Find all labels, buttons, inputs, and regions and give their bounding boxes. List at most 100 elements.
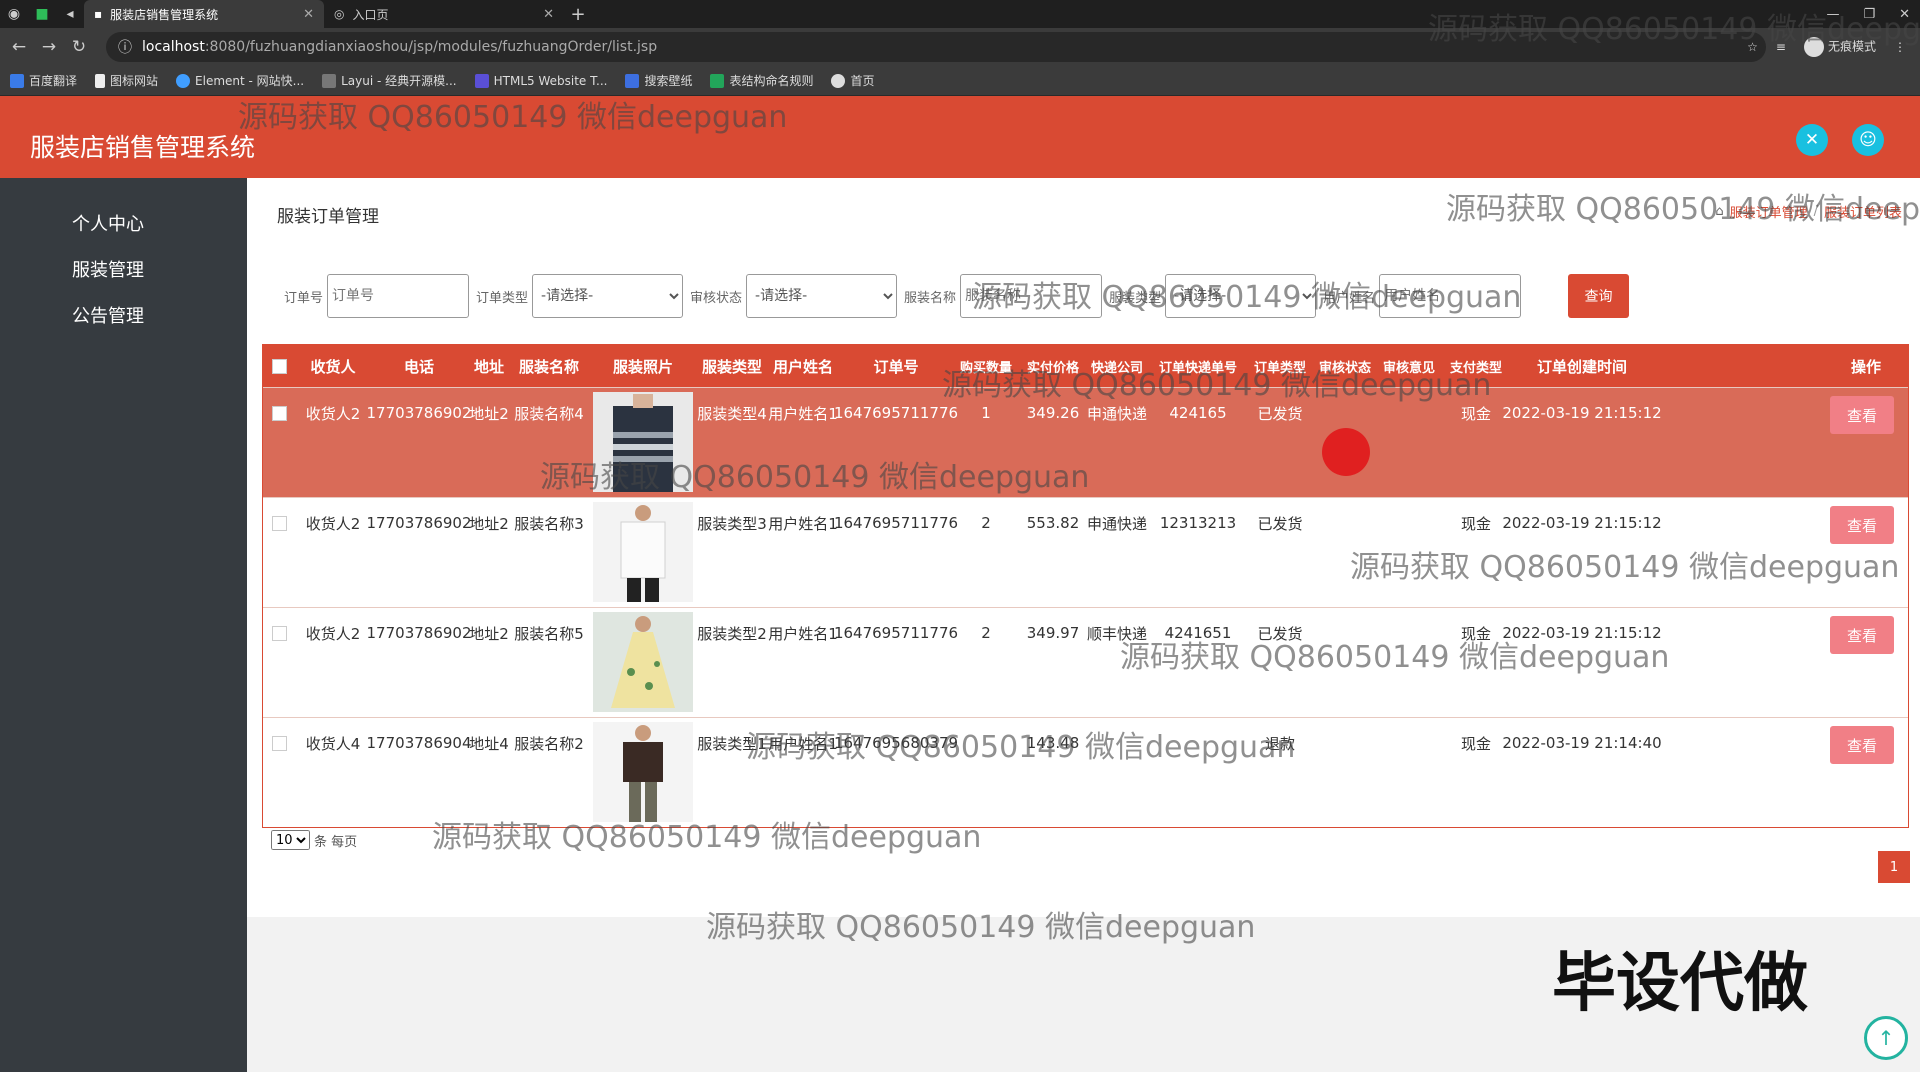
view-button[interactable]: 查看 (1830, 506, 1894, 544)
translate-icon (10, 73, 24, 88)
cell-created-time: 2022-03-19 21:15:12 (1502, 624, 1662, 642)
view-button[interactable]: 查看 (1830, 396, 1894, 434)
breadcrumb-item[interactable]: 服装订单管理 (1730, 202, 1808, 221)
order-no-input[interactable] (327, 274, 470, 318)
tab-close-icon[interactable]: ✕ (303, 7, 314, 22)
column-header: 服装类型 (701, 357, 762, 376)
table-row[interactable]: 收货人4 17703786904 地址4 服装名称2 服装类型1 用户姓名1 1… (263, 717, 1908, 827)
order-no-label: 订单号 (284, 290, 324, 306)
goods-name-input[interactable] (960, 274, 1103, 318)
audit-status-label: 审核状态 (690, 290, 743, 306)
cell-order-type: 已发货 (1257, 624, 1303, 643)
url-path: :8080/fuzhuangdianxiaoshou/jsp/modules/f… (204, 39, 658, 55)
fullscreen-button[interactable]: ✕ (1796, 124, 1828, 156)
breadcrumb-separator: / (1813, 204, 1818, 219)
bookmark-item[interactable]: Layui - 经典开源模... (322, 72, 457, 89)
goods-type-select[interactable]: -请选择- (1165, 274, 1317, 318)
doc-icon (710, 73, 725, 88)
cell-pay-type: 现金 (1460, 514, 1491, 533)
cell-price: 349.97 (1026, 624, 1080, 642)
sidebar-item-notice[interactable]: 公告管理 (72, 302, 144, 328)
order-type-select[interactable]: -请选择- (532, 274, 684, 318)
toolbar-right: ☆ ≡ 无痕模式 ⋮ (1747, 28, 1906, 66)
query-button[interactable]: 查询 (1568, 274, 1629, 318)
bookmark-item[interactable]: 搜索壁纸 (625, 72, 692, 89)
sidebar-item-profile[interactable]: 个人中心 (72, 210, 144, 236)
select-all-checkbox[interactable] (263, 345, 295, 387)
new-tab-icon[interactable]: + (564, 4, 592, 25)
cell-user: 用户姓名1 (768, 404, 838, 423)
column-header: 订单创建时间 (1536, 357, 1627, 376)
reading-list-icon[interactable]: ≡ (1776, 40, 1786, 54)
restore-icon[interactable]: ❐ (1863, 7, 1875, 22)
bookmark-item[interactable]: 表结构命名规则 (710, 72, 813, 89)
page-size-select[interactable]: 10 (271, 830, 310, 850)
site-info-icon[interactable]: ⓘ (118, 37, 132, 57)
view-button[interactable]: 查看 (1830, 616, 1894, 654)
table-header: 收货人 电话 地址 服装名称 服装照片 服装类型 用户姓名 订单号 购买数量 实… (263, 345, 1908, 387)
row-checkbox[interactable] (263, 498, 295, 548)
user-button[interactable]: ☺ (1852, 124, 1884, 156)
column-header: 审核意见 (1382, 360, 1435, 376)
user-icon: ☺ (1859, 130, 1877, 150)
cell-pay-type: 现金 (1460, 734, 1491, 753)
app-shortcut-icon[interactable]: ■ (28, 0, 56, 28)
home-icon[interactable]: ⌂ (1715, 204, 1723, 219)
sidebar-item-clothing[interactable]: 服装管理 (72, 256, 144, 282)
table-row[interactable]: 收货人2 17703786902 地址2 服装名称5 服装类型2 用户姓名1 1… (263, 607, 1908, 717)
bookmark-label: Layui - 经典开源模... (341, 74, 457, 88)
cell-order-type: 已发货 (1257, 514, 1303, 533)
back-icon[interactable]: ← (4, 37, 34, 57)
column-header: 操作 (1850, 357, 1881, 376)
bookmark-label: Element - 网站快... (195, 74, 305, 88)
table-row[interactable]: 收货人2 17703786902 地址2 服装名称4 服装类型4 用户姓名1 1… (263, 387, 1908, 497)
row-checkbox[interactable] (263, 608, 295, 658)
more-icon[interactable]: ⋮ (1894, 40, 1906, 54)
bookmark-item[interactable]: 百度翻译 (10, 72, 77, 89)
cell-qty: 1 (981, 404, 991, 422)
home-globe-icon (831, 73, 846, 88)
url-field[interactable]: ⓘ localhost:8080/fuzhuangdianxiaoshou/js… (106, 32, 1766, 62)
cell-price: 553.82 (1026, 514, 1080, 532)
column-header: 实付价格 (1026, 360, 1079, 376)
browser-tab-strip: ◉ ■ ◂ ▪ 服装店销售管理系统 ✕ ◎ 入口页 ✕ + — ❐ ✕ (0, 0, 1920, 28)
browser-menu-icon[interactable]: ◉ (0, 0, 28, 28)
table-row[interactable]: 收货人2 17703786902 地址2 服装名称3 服装类型3 用户姓名1 1… (263, 497, 1908, 607)
column-header: 订单快递单号 (1158, 360, 1237, 376)
bookmark-item[interactable]: Element - 网站快... (176, 72, 304, 89)
cell-express-no (1149, 718, 1247, 768)
bookmark-star-icon[interactable]: ☆ (1747, 40, 1758, 54)
reload-icon[interactable]: ↻ (64, 37, 94, 57)
row-checkbox[interactable] (263, 718, 295, 768)
cell-express-no: 12313213 (1159, 514, 1237, 532)
column-header: 支付类型 (1449, 360, 1502, 376)
cell-goods-type: 服装类型2 (697, 624, 767, 643)
profile-button[interactable]: 无痕模式 (1803, 37, 1876, 57)
audit-status-select[interactable]: -请选择- (746, 274, 898, 318)
row-checkbox[interactable] (263, 388, 295, 438)
page-number-button[interactable]: 1 (1878, 851, 1910, 883)
cell-express (1085, 718, 1149, 768)
mute-icon[interactable]: ◂ (56, 0, 84, 28)
browser-tab-active[interactable]: ▪ 服装店销售管理系统 ✕ (84, 0, 324, 28)
bookmark-item[interactable]: 首页 (831, 72, 875, 89)
minimize-icon[interactable]: — (1826, 7, 1839, 22)
tab-close-icon[interactable]: ✕ (543, 7, 554, 22)
bookmark-item[interactable]: HTML5 Website T... (474, 73, 607, 88)
cell-express-no: 4241651 (1164, 624, 1232, 642)
cell-qty: 2 (981, 624, 991, 642)
bookmark-item[interactable]: 图标网站 (95, 72, 158, 89)
browser-tab[interactable]: ◎ 入口页 ✕ (324, 0, 564, 28)
arrow-up-icon: ↑ (1877, 1026, 1895, 1050)
cell-price: 143.48 (1026, 734, 1080, 752)
window-close-icon[interactable]: ✕ (1899, 7, 1910, 22)
clothing-photo (593, 502, 693, 602)
back-to-top-button[interactable]: ↑ (1864, 1016, 1908, 1060)
cell-created-time: 2022-03-19 21:15:12 (1502, 514, 1662, 532)
app-title: 服装店销售管理系统 (30, 133, 256, 162)
view-button[interactable]: 查看 (1830, 726, 1894, 764)
cell-goods-name: 服装名称4 (514, 404, 584, 423)
bookmarks-bar: 百度翻译 图标网站 Element - 网站快... Layui - 经典开源模… (0, 66, 1920, 96)
user-name-input[interactable] (1379, 274, 1522, 318)
forward-icon[interactable]: → (34, 37, 64, 57)
